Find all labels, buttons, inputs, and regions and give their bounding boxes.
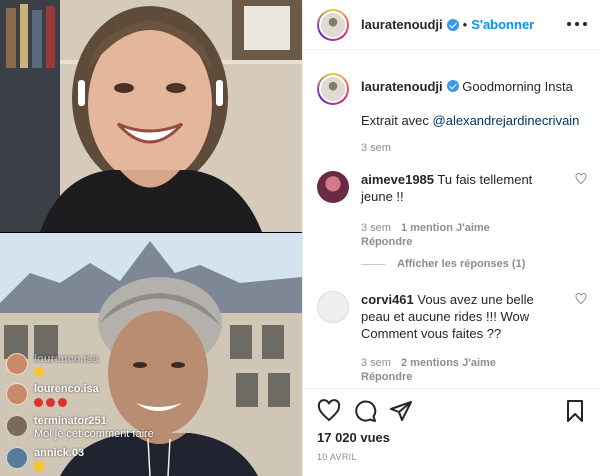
comment-time[interactable]: 3 sem bbox=[361, 222, 391, 234]
reply-button[interactable]: Répondre bbox=[361, 236, 412, 248]
comment-avatar[interactable] bbox=[317, 171, 349, 203]
thumbs-up-emoji-icon bbox=[34, 461, 44, 472]
live-comment-username: lourenco.isa bbox=[34, 353, 99, 365]
live-comment-username: lourenco.isa bbox=[34, 383, 99, 395]
comment-likes[interactable]: 2 mentions J'aime bbox=[401, 357, 496, 369]
comment-likes[interactable]: 1 mention J'aime bbox=[401, 222, 490, 234]
verified-badge-icon bbox=[446, 18, 459, 31]
post-actions: 17 020 vues 10 AVRIL bbox=[303, 388, 600, 476]
heart-icon[interactable] bbox=[317, 399, 341, 423]
post-panel: lauratenoudji • S'abonner lauratenoudji … bbox=[302, 0, 600, 476]
feed-top-scene bbox=[0, 0, 302, 232]
instagram-post: lourenco.isa lourenco.isa terminator251 … bbox=[0, 0, 600, 476]
live-comment: terminator251 Moi je cet comment faire bbox=[6, 415, 206, 441]
caption-text: Goodmorning Insta bbox=[462, 79, 573, 94]
live-comment-emoji bbox=[34, 460, 84, 473]
paper-plane-icon[interactable] bbox=[389, 399, 413, 423]
live-comment-username: terminator251 bbox=[34, 415, 107, 427]
smiley-emoji-icon bbox=[34, 367, 44, 378]
live-comment-message: Moi je cet comment faire bbox=[34, 428, 154, 440]
live-comment-avatar bbox=[6, 383, 28, 405]
post-date[interactable]: 10 AVRIL bbox=[317, 452, 357, 462]
header-username[interactable]: lauratenoudji bbox=[361, 17, 443, 32]
live-comment-avatar bbox=[6, 447, 28, 469]
caption-extract-prefix: Extrait avec bbox=[361, 113, 433, 128]
comment-heart-icon[interactable] bbox=[575, 293, 587, 305]
live-comment-avatar bbox=[6, 353, 28, 375]
action-bar bbox=[317, 399, 587, 423]
red-heart-emoji-icon bbox=[58, 397, 67, 407]
profile-avatar[interactable] bbox=[317, 8, 349, 41]
post-header: lauratenoudji • S'abonner bbox=[303, 0, 600, 50]
view-replies-label: Afficher les réponses (1) bbox=[397, 258, 526, 270]
live-comment-avatar bbox=[6, 415, 28, 437]
live-comment-username: annick.03 bbox=[34, 447, 85, 459]
view-replies-button[interactable]: Afficher les réponses (1) bbox=[361, 258, 525, 270]
follow-button[interactable]: S'abonner bbox=[471, 17, 534, 32]
live-comment-emoji bbox=[34, 396, 99, 409]
caption-username[interactable]: lauratenoudji bbox=[361, 79, 443, 94]
bookmark-icon[interactable] bbox=[563, 399, 587, 423]
live-feed-top bbox=[0, 0, 302, 232]
comment-avatar[interactable] bbox=[317, 291, 349, 323]
header-separator: • bbox=[462, 17, 468, 32]
live-comment: annick.03 bbox=[6, 447, 206, 473]
live-comment: lourenco.isa bbox=[6, 383, 206, 409]
more-options-icon[interactable] bbox=[567, 14, 587, 34]
caption-mention-link[interactable]: @alexandrejardinecrivain bbox=[433, 113, 580, 128]
caption: lauratenoudji Goodmorning Insta Extrait … bbox=[317, 73, 587, 155]
comment-item: corvi461 Vous avez une belle peau et auc… bbox=[317, 291, 587, 384]
live-video[interactable]: lourenco.isa lourenco.isa terminator251 … bbox=[0, 0, 302, 476]
comment-username[interactable]: corvi461 bbox=[361, 292, 414, 307]
verified-badge-icon bbox=[446, 80, 459, 92]
comment-time[interactable]: 3 sem bbox=[361, 357, 391, 369]
caption-time[interactable]: 3 sem bbox=[361, 142, 391, 154]
comment-username[interactable]: aimeve1985 bbox=[361, 172, 434, 187]
comment-item: aimeve1985 Tu fais tellement jeune !! 3 … bbox=[317, 171, 587, 249]
red-heart-emoji-icon bbox=[46, 397, 55, 407]
comment-heart-icon[interactable] bbox=[575, 173, 587, 185]
comments-list[interactable]: lauratenoudji Goodmorning Insta Extrait … bbox=[303, 51, 600, 387]
caption-avatar[interactable] bbox=[317, 73, 349, 105]
live-comment: lourenco.isa bbox=[6, 353, 206, 379]
live-comment-emoji bbox=[34, 366, 99, 379]
red-heart-emoji-icon bbox=[34, 397, 43, 407]
reply-button[interactable]: Répondre bbox=[361, 371, 412, 383]
view-count[interactable]: 17 020 vues bbox=[317, 430, 390, 445]
comment-bubble-icon[interactable] bbox=[353, 399, 377, 423]
live-feed-bottom: lourenco.isa lourenco.isa terminator251 … bbox=[0, 233, 302, 476]
